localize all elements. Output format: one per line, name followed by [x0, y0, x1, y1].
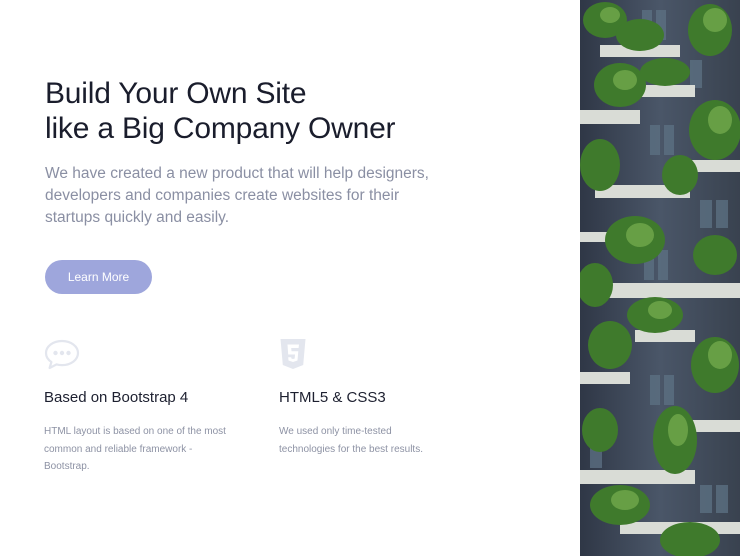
feature-html5: HTML5 & CSS3 We used only time-tested te… — [279, 338, 479, 458]
feature-title: Based on Bootstrap 4 — [44, 389, 189, 406]
headline-line-1: Build Your Own Site — [45, 77, 307, 110]
chat-bubble-icon — [44, 339, 80, 370]
building-photo — [580, 0, 740, 556]
feature-bootstrap: Based on Bootstrap 4 HTML layout is base… — [44, 338, 244, 476]
vertical-garden-image — [580, 0, 740, 556]
html5-shield-icon — [280, 339, 306, 369]
feature-title: HTML5 & CSS3 — [279, 389, 386, 406]
feature-description: HTML layout is based on one of the most … — [44, 426, 226, 472]
headline-line-2: like a Big Company Owner — [45, 112, 396, 145]
hero-description: We have created a new product that will … — [45, 165, 429, 226]
feature-description: We used only time-tested technologies fo… — [279, 426, 423, 455]
learn-more-button[interactable]: Learn More — [45, 260, 152, 294]
page-title: Build Your Own Site like a Big Company O… — [45, 76, 465, 146]
hero-section: Build Your Own Site like a Big Company O… — [0, 0, 580, 556]
